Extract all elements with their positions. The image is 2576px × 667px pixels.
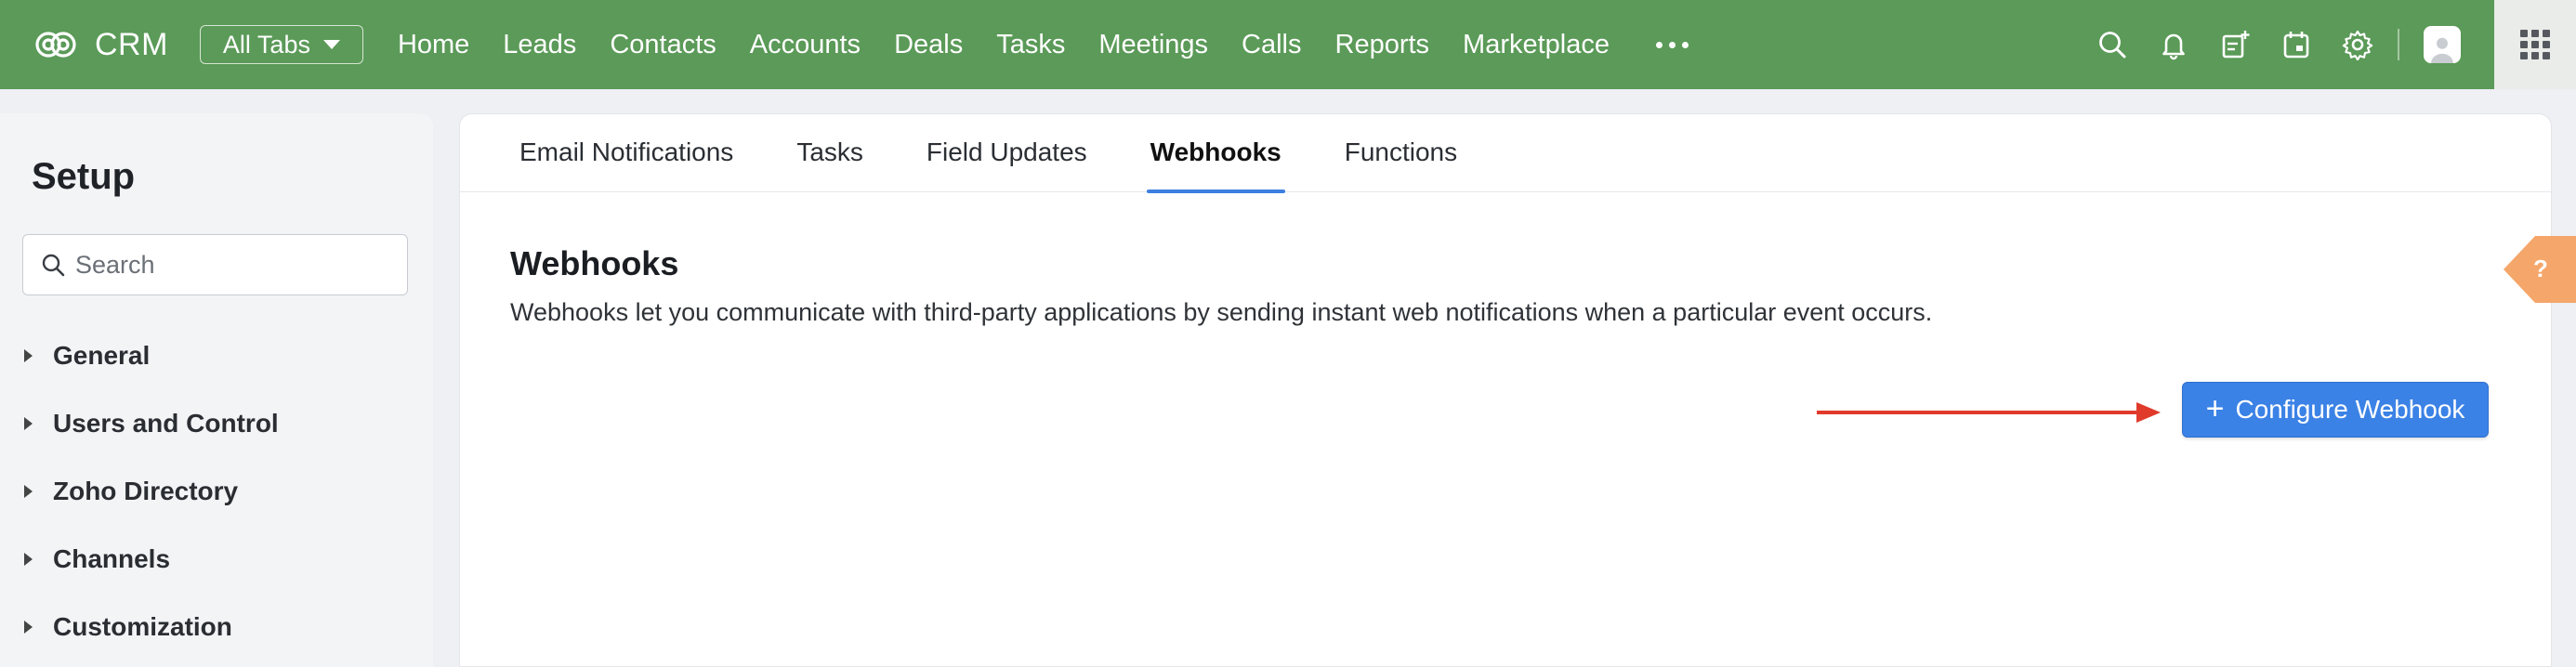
automation-tabs: Email Notifications Tasks Field Updates … — [460, 113, 2551, 193]
sidebar-item-customization[interactable]: Customization — [0, 593, 279, 660]
page-description: Webhooks let you communicate with third-… — [510, 298, 1933, 326]
nav-item-meetings[interactable]: Meetings — [1098, 30, 1208, 60]
caret-down-icon — [322, 40, 340, 49]
expand-arrow-icon — [24, 416, 33, 430]
sidebar-item-label: Customization — [53, 611, 232, 641]
crm-logo-icon — [35, 32, 76, 58]
top-utility-icons — [2082, 0, 2461, 89]
setup-search-field[interactable] — [22, 234, 408, 295]
calendar-icon[interactable] — [2266, 0, 2327, 89]
crm-logo[interactable]: CRM — [30, 0, 168, 89]
tab-email-notifications[interactable]: Email Notifications — [516, 113, 737, 191]
expand-arrow-icon — [24, 348, 33, 362]
nav-item-reports[interactable]: Reports — [1335, 30, 1430, 60]
add-note-icon[interactable] — [2204, 0, 2266, 89]
search-icon[interactable] — [2082, 0, 2143, 89]
nav-item-deals[interactable]: Deals — [894, 30, 963, 60]
sidebar-item-zoho-directory[interactable]: Zoho Directory — [0, 457, 279, 525]
sidebar-item-label: Zoho Directory — [53, 476, 239, 505]
page-title: Webhooks — [510, 244, 679, 282]
tab-field-updates[interactable]: Field Updates — [923, 113, 1091, 191]
top-navigation-bar: CRM All Tabs Home Leads Contacts Account… — [0, 0, 2576, 89]
setup-sidebar: Setup General Users and Control Zoho Dir… — [0, 113, 433, 667]
expand-arrow-icon — [24, 620, 33, 634]
apps-grid-icon[interactable] — [2494, 0, 2576, 89]
sidebar-title: Setup — [32, 156, 136, 197]
tab-functions[interactable]: Functions — [1341, 113, 1461, 191]
sidebar-item-label: General — [53, 340, 151, 370]
help-label: ? — [2533, 255, 2548, 282]
divider — [2398, 29, 2399, 60]
nav-item-contacts[interactable]: Contacts — [610, 30, 716, 60]
search-icon — [42, 254, 65, 277]
gear-icon[interactable] — [2327, 0, 2388, 89]
nav-item-marketplace[interactable]: Marketplace — [1463, 30, 1610, 60]
configure-webhook-label: Configure Webhook — [2235, 395, 2465, 424]
sidebar-menu: General Users and Control Zoho Directory… — [0, 321, 279, 660]
tab-tasks[interactable]: Tasks — [793, 113, 867, 191]
all-tabs-label: All Tabs — [222, 30, 310, 59]
expand-arrow-icon — [24, 552, 33, 566]
nav-item-calls[interactable]: Calls — [1242, 30, 1301, 60]
module-nav: Home Leads Contacts Accounts Deals Tasks… — [398, 0, 1689, 89]
sidebar-item-users-and-control[interactable]: Users and Control — [0, 389, 279, 457]
nav-item-tasks[interactable]: Tasks — [996, 30, 1065, 60]
main-panel: Email Notifications Tasks Field Updates … — [459, 113, 2552, 667]
all-tabs-dropdown[interactable]: All Tabs — [199, 25, 363, 64]
sidebar-item-label: Users and Control — [53, 408, 279, 438]
configure-webhook-button[interactable]: + Configure Webhook — [2182, 382, 2489, 438]
plus-icon: + — [2205, 390, 2225, 426]
more-icon[interactable] — [1656, 41, 1689, 48]
sidebar-item-channels[interactable]: Channels — [0, 525, 279, 593]
nav-item-accounts[interactable]: Accounts — [750, 30, 861, 60]
sidebar-item-general[interactable]: General — [0, 321, 279, 389]
setup-search-input[interactable] — [75, 250, 391, 280]
sidebar-item-label: Channels — [53, 543, 171, 573]
bell-icon[interactable] — [2143, 0, 2204, 89]
expand-arrow-icon — [24, 484, 33, 498]
nav-item-home[interactable]: Home — [398, 30, 469, 60]
help-icon[interactable]: ? — [2498, 230, 2576, 308]
user-avatar[interactable] — [2424, 26, 2461, 63]
nav-item-leads[interactable]: Leads — [503, 30, 576, 60]
annotation-arrow-icon — [1817, 402, 2161, 423]
app-name: CRM — [95, 26, 168, 62]
tab-webhooks[interactable]: Webhooks — [1146, 113, 1285, 193]
